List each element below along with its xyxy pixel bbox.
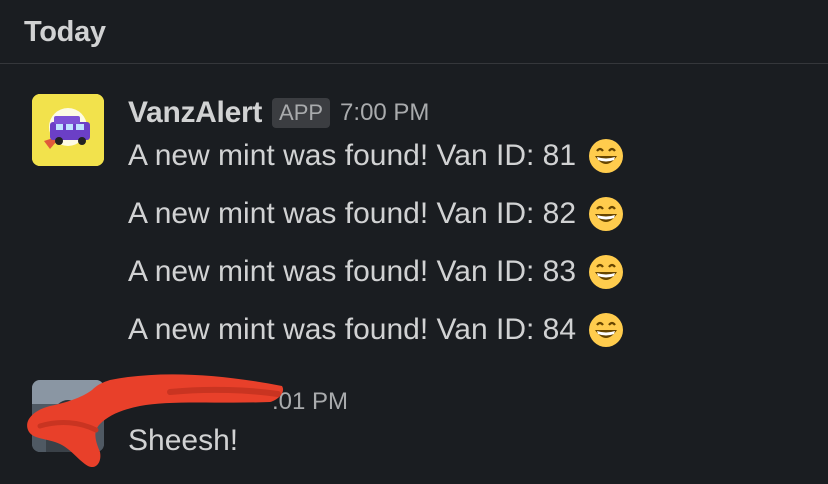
message-pane: Today VanzAlert APP 7:00 PM A new mint w… (0, 0, 828, 484)
message-text: A new mint was found! Van ID: 81 (128, 139, 577, 172)
message-text: A new mint was found! Van ID: 82 (128, 197, 577, 230)
message-line: A new mint was found! Van ID: 83 (128, 254, 624, 290)
message-header: VanzAlert APP 7:00 PM (128, 96, 429, 130)
redaction-scribble (27, 374, 284, 468)
message-line: A new mint was found! Van ID: 82 (128, 196, 624, 232)
grinning-face-emoji (589, 313, 624, 347)
message-text: A new mint was found! Van ID: 84 (128, 313, 577, 346)
grinning-face-emoji (589, 197, 624, 231)
message-line: A new mint was found! Van ID: 81 (128, 138, 624, 174)
day-divider: Today (0, 0, 828, 64)
message-text: A new mint was found! Van ID: 83 (128, 255, 577, 288)
grinning-face-emoji (589, 255, 624, 289)
bot-avatar[interactable] (32, 94, 104, 166)
message-line: A new mint was found! Van ID: 84 (128, 312, 624, 348)
app-badge: APP (272, 98, 331, 128)
sender-name[interactable]: VanzAlert (128, 96, 262, 130)
message-timestamp[interactable]: 7:00 PM (340, 99, 429, 127)
grinning-face-emoji (589, 139, 624, 173)
purple-van-icon (32, 94, 104, 166)
day-divider-label[interactable]: Today (24, 16, 106, 49)
